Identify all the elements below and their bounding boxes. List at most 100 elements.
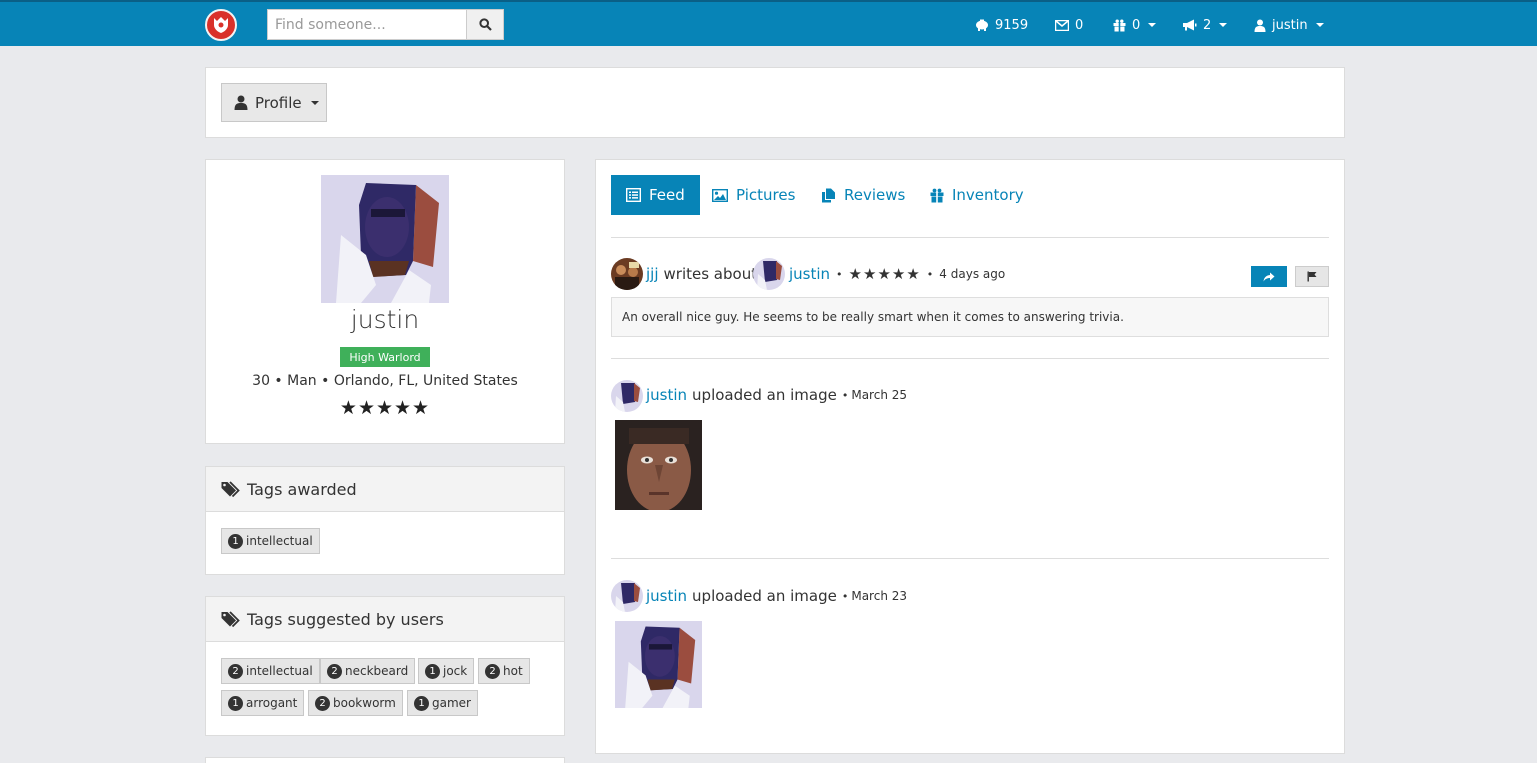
next-panel	[205, 757, 565, 763]
tag-hot[interactable]: 2 hot	[478, 658, 530, 684]
tags-icon	[221, 480, 240, 497]
upload-item-header: justin uploaded an image • March 25	[646, 386, 908, 404]
review-meta: justin • ★★★★★ • 4 days ago	[789, 265, 1006, 283]
profile-avatar[interactable]	[321, 175, 449, 303]
tag-label: intellectual	[246, 664, 313, 678]
profile-menu-panel	[205, 67, 1345, 138]
tab-label: Inventory	[952, 186, 1024, 204]
divider	[611, 558, 1329, 559]
search-input[interactable]	[267, 9, 467, 40]
author-link[interactable]: jjj	[646, 265, 659, 283]
tag-jock[interactable]: 1 jock	[418, 658, 475, 684]
tag-label: gamer	[432, 696, 471, 710]
chevron-down-icon	[1315, 23, 1324, 27]
announcements-count: 2	[1203, 17, 1212, 33]
tag-label: intellectual	[246, 534, 313, 548]
tag-label: hot	[503, 664, 523, 678]
user-icon	[234, 95, 248, 110]
tags-awarded-title: Tags awarded	[247, 479, 357, 499]
messages-indicator[interactable]: 0	[1055, 15, 1083, 35]
user-menu-dropdown[interactable]: justin	[1254, 15, 1324, 35]
review-stars: ★★★★★	[848, 265, 921, 283]
search-button[interactable]	[466, 9, 504, 40]
tag-count: 1	[414, 695, 429, 711]
uploaded-image-thumbnail[interactable]	[615, 621, 702, 708]
share-button[interactable]	[1251, 266, 1287, 287]
profile-dropdown-button[interactable]: Profile	[221, 83, 327, 122]
gift-icon	[930, 188, 944, 202]
documents-icon	[822, 188, 835, 202]
tags-awarded-header: Tags awarded	[206, 467, 564, 512]
review-header: jjj writes about	[646, 263, 757, 285]
flag-button[interactable]	[1295, 266, 1329, 287]
flag-icon	[1307, 271, 1317, 282]
tags-icon	[221, 610, 240, 627]
tag-label: arrogant	[246, 696, 298, 710]
uploader-link[interactable]: justin	[646, 587, 687, 605]
profile-rating-stars: ★★★★★	[339, 397, 431, 419]
search-icon	[478, 18, 492, 31]
upload-date: March 23	[851, 589, 908, 603]
tag-bookworm[interactable]: 2 bookworm	[308, 690, 403, 716]
tab-inventory[interactable]: Inventory	[915, 175, 1039, 215]
announcements-dropdown[interactable]: 2	[1182, 15, 1228, 35]
share-icon	[1263, 272, 1275, 281]
profile-username: justin	[350, 305, 420, 334]
tag-count: 2	[485, 663, 500, 679]
uploader-link[interactable]: justin	[646, 386, 687, 404]
divider	[611, 237, 1329, 238]
piggy-bank-icon	[976, 19, 988, 31]
tab-label: Reviews	[844, 186, 906, 204]
uploader-avatar[interactable]	[611, 380, 643, 412]
picture-icon	[712, 188, 728, 202]
tag-count: 2	[315, 695, 330, 711]
tags-suggested-title: Tags suggested by users	[247, 609, 444, 629]
tag-arrogant[interactable]: 1 arrogant	[221, 690, 305, 716]
chevron-down-icon	[310, 100, 319, 105]
points-count: 9159	[995, 17, 1029, 33]
tag-count: 2	[327, 663, 342, 679]
tab-pictures[interactable]: Pictures	[697, 175, 810, 215]
tag-gamer[interactable]: 1 gamer	[407, 690, 478, 716]
chevron-down-icon	[1148, 23, 1157, 27]
tag-count: 1	[228, 533, 243, 549]
review-text-box: An overall nice guy. He seems to be real…	[611, 297, 1329, 337]
subject-avatar[interactable]	[753, 258, 785, 290]
tags-suggested-header: Tags suggested by users	[206, 597, 564, 642]
tab-feed[interactable]: Feed	[611, 175, 700, 215]
upload-verb: uploaded an image	[692, 386, 837, 404]
tab-label: Feed	[649, 186, 685, 204]
uploaded-image-thumbnail[interactable]	[615, 420, 702, 510]
points-indicator[interactable]: 9159	[975, 15, 1028, 35]
tag-label: bookworm	[333, 696, 396, 710]
gifts-count: 0	[1132, 17, 1141, 33]
tag-count: 2	[228, 663, 243, 679]
envelope-icon	[1055, 19, 1069, 31]
review-verb: writes about	[663, 265, 758, 283]
upload-item-header: justin uploaded an image • March 23	[646, 587, 908, 605]
review-text: An overall nice guy. He seems to be real…	[622, 310, 1124, 324]
profile-demographics: 30 • Man • Orlando, FL, United States	[252, 373, 518, 389]
tag-intellectual[interactable]: 2 intellectual	[221, 658, 320, 684]
subject-link[interactable]: justin	[789, 265, 830, 283]
tab-reviews[interactable]: Reviews	[806, 175, 920, 215]
tag-count: 1	[228, 695, 243, 711]
tag-count: 1	[425, 663, 440, 679]
uploader-avatar[interactable]	[611, 580, 643, 612]
rank-badge: High Warlord	[340, 347, 430, 367]
user-icon	[1254, 19, 1266, 32]
site-logo[interactable]	[205, 9, 237, 41]
upload-verb: uploaded an image	[692, 587, 837, 605]
author-avatar[interactable]	[611, 258, 643, 290]
tag-neckbeard[interactable]: 2 neckbeard	[320, 658, 416, 684]
feed-panel	[595, 159, 1345, 754]
top-navbar: 9159 0 0 2 justin	[0, 0, 1537, 46]
review-time: 4 days ago	[939, 267, 1006, 281]
tag-intellectual[interactable]: 1 intellectual	[221, 528, 320, 554]
tab-label: Pictures	[736, 186, 796, 204]
chevron-down-icon	[1219, 23, 1228, 27]
upload-date: March 25	[851, 388, 908, 402]
gifts-dropdown[interactable]: 0	[1113, 15, 1157, 35]
profile-dropdown-label: Profile	[255, 93, 302, 112]
gift-icon	[1113, 19, 1126, 32]
